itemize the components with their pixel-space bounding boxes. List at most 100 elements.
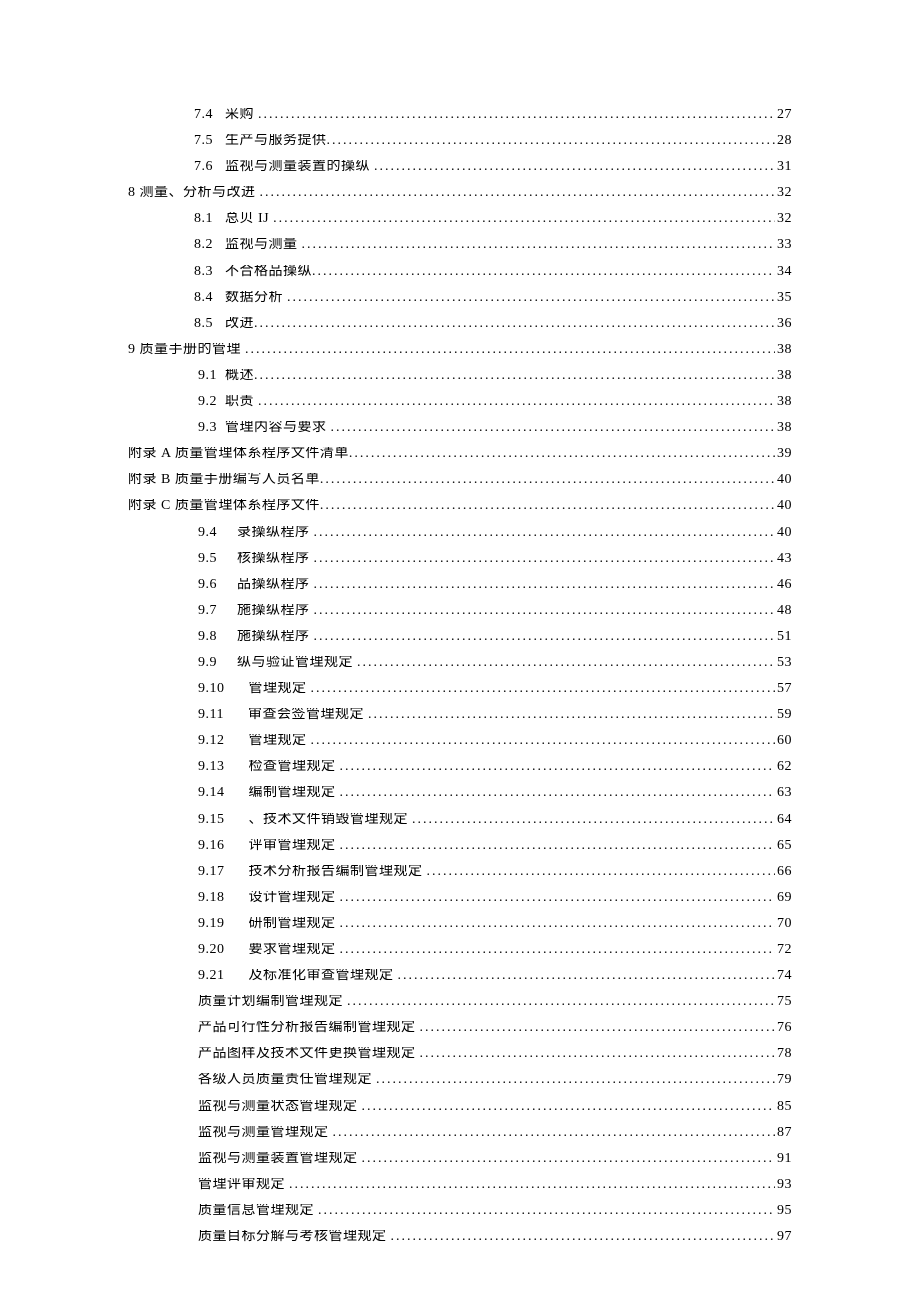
toc-page-number: 60 (775, 734, 792, 748)
toc-page-number: 95 (775, 1204, 792, 1218)
toc-title: 管理评审规定 (198, 1178, 289, 1192)
toc-leader-dots (314, 578, 776, 592)
toc-title: 检查管理规定 (249, 760, 340, 774)
toc-leader-dots (314, 630, 776, 644)
toc-number: 9.14 (198, 786, 249, 800)
toc-leader-dots (420, 1047, 776, 1061)
toc-title: 职责 (225, 395, 258, 409)
toc-number: 8.5 (194, 317, 225, 331)
toc-leader-dots (349, 447, 775, 461)
toc-row: 9.15 、技术文件销毁管理规定 64 (128, 813, 792, 839)
toc-title: 施操纵程序 (237, 630, 314, 644)
toc-title: 监视与测量管理规定 (198, 1126, 333, 1140)
toc-page-number: 63 (775, 786, 792, 800)
toc-leader-dots (273, 212, 775, 226)
toc-row: 9.16 评审管理规定 65 (128, 839, 792, 865)
toc-page-number: 85 (775, 1100, 792, 1114)
toc-row: 9.14 编制管理规定 63 (128, 786, 792, 812)
toc-page-number: 33 (775, 238, 792, 252)
toc-row: 9.5 核操纵程序 43 (128, 552, 792, 578)
toc-row: 8.2 监视与测量 33 (128, 238, 792, 264)
toc-number: 9.9 (198, 656, 237, 670)
toc-number: 7.4 (194, 108, 225, 122)
toc-row: 9.9 纵与验证管理规定 53 (128, 656, 792, 682)
toc-page-number: 40 (775, 499, 792, 513)
toc-leader-dots (254, 317, 775, 331)
toc-list: 7.4 采购 277.5 生产与服务提供287.6 监视与测量装置的操纵 318… (128, 108, 792, 1256)
toc-page-number: 38 (775, 343, 792, 357)
toc-row: 9.19 研制管理规定 70 (128, 917, 792, 943)
toc-page-number: 40 (775, 526, 792, 540)
toc-page-number: 66 (775, 865, 792, 879)
toc-number: 9.5 (198, 552, 237, 566)
toc-row: 8 测量、分析与改进 32 (128, 186, 792, 212)
toc-number: 9.7 (198, 604, 237, 618)
toc-page-number: 48 (775, 604, 792, 618)
toc-page-number: 79 (775, 1073, 792, 1087)
toc-leader-dots (340, 891, 776, 905)
toc-row: 9.21 及标准化审查管理规定 74 (128, 969, 792, 995)
toc-row: 9.12 管理规定 60 (128, 734, 792, 760)
toc-leader-dots (340, 786, 776, 800)
toc-row: 8.1 总贝 IJ 32 (128, 212, 792, 238)
toc-row: 7.5 生产与服务提供28 (128, 134, 792, 160)
toc-row: 附录 B 质量手册编写人员名单40 (128, 473, 792, 499)
toc-row: 7.6 监视与测量装置的操纵 31 (128, 160, 792, 186)
toc-row: 附录 C 质量管理体系程序文件40 (128, 499, 792, 525)
toc-page-number: 93 (775, 1178, 792, 1192)
toc-row: 9.20 要求管理规定 72 (128, 943, 792, 969)
toc-number: 9.16 (198, 839, 249, 853)
toc-leader-dots (314, 604, 776, 618)
toc-leader-dots (302, 238, 776, 252)
toc-page-number: 59 (775, 708, 792, 722)
toc-row: 9.6 品操纵程序 46 (128, 578, 792, 604)
toc-leader-dots (327, 134, 776, 148)
toc-leader-dots (287, 291, 775, 305)
toc-leader-dots (318, 1204, 775, 1218)
toc-row: 9.18 设计管理规定 69 (128, 891, 792, 917)
toc-title: 管理规定 (249, 734, 311, 748)
toc-row: 8.3 不合格品操纵34 (128, 265, 792, 291)
toc-title: 评审管理规定 (249, 839, 340, 853)
toc-title: 质量计划编制管理规定 (198, 995, 347, 1009)
toc-leader-dots (245, 343, 775, 357)
toc-page-number: 35 (775, 291, 792, 305)
toc-leader-dots (368, 708, 775, 722)
toc-title: 8 测量、分析与改进 (128, 186, 260, 200)
toc-number: 9.10 (198, 682, 249, 696)
toc-row: 9.17 技术分析报告编制管理规定 66 (128, 865, 792, 891)
toc-row: 9.7 施操纵程序 48 (128, 604, 792, 630)
toc-page-number: 70 (775, 917, 792, 931)
toc-number: 9.4 (198, 526, 237, 540)
toc-number: 9.13 (198, 760, 249, 774)
toc-page-number: 31 (775, 160, 792, 174)
toc-page-number: 43 (775, 552, 792, 566)
toc-leader-dots (312, 265, 775, 279)
toc-page-number: 34 (775, 265, 792, 279)
toc-title: 采购 (225, 108, 258, 122)
toc-page-number: 78 (775, 1047, 792, 1061)
toc-number: 9.12 (198, 734, 249, 748)
toc-row: 质量计划编制管理规定 75 (128, 995, 792, 1021)
toc-number: 9.17 (198, 865, 249, 879)
toc-number: 8.3 (194, 265, 225, 279)
toc-title: 管理内容与要求 (225, 421, 331, 435)
toc-number: 7.5 (194, 134, 225, 148)
toc-title: 管理规定 (249, 682, 311, 696)
toc-leader-dots (374, 160, 775, 174)
toc-title: 编制管理规定 (249, 786, 340, 800)
toc-row: 8.5 改进36 (128, 317, 792, 343)
toc-page-number: 40 (775, 473, 792, 487)
toc-page-number: 76 (775, 1021, 792, 1035)
toc-title: 质量目标分解与考核管理规定 (198, 1230, 391, 1244)
toc-leader-dots (420, 1021, 776, 1035)
toc-title: 产品可行性分析报告编制管理规定 (198, 1021, 420, 1035)
toc-row: 9.3 管理内容与要求 38 (128, 421, 792, 447)
toc-leader-dots (260, 186, 776, 200)
toc-title: 核操纵程序 (237, 552, 314, 566)
toc-title: 质量信息管理规定 (198, 1204, 318, 1218)
toc-number: 9.20 (198, 943, 249, 957)
toc-page-number: 74 (775, 969, 792, 983)
toc-leader-dots (258, 108, 775, 122)
toc-title: 纵与验证管理规定 (237, 656, 357, 670)
